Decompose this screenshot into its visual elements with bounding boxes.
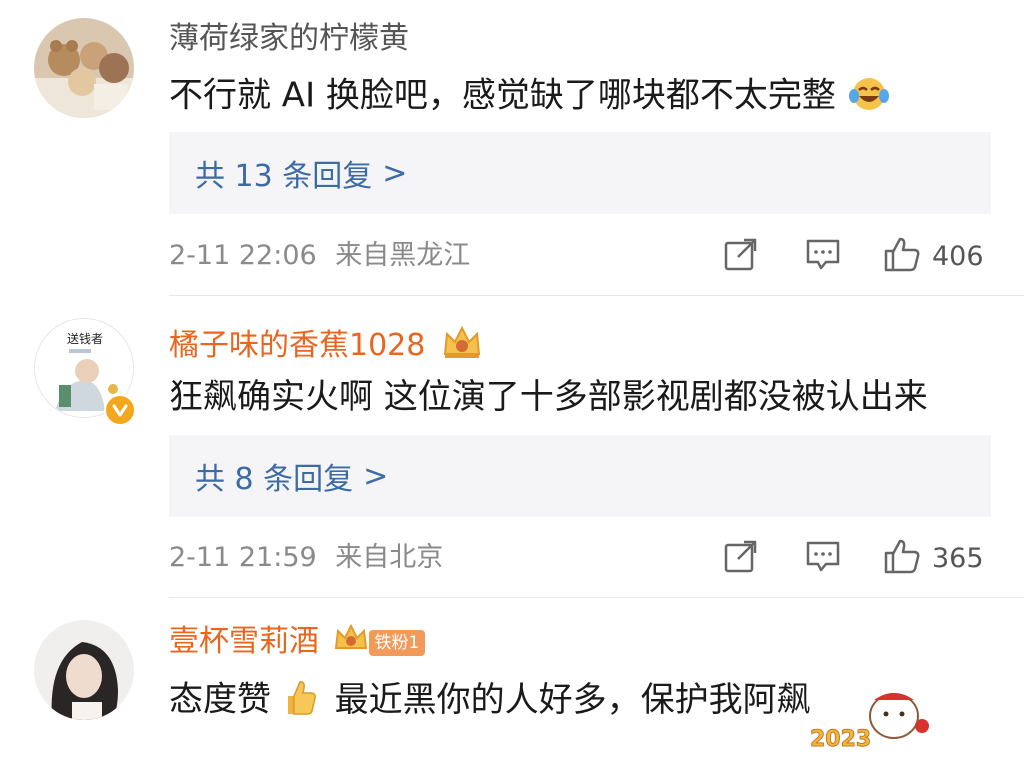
comment-actions: 406 <box>722 236 992 276</box>
replies-label: 共 8 条回复 <box>195 462 354 497</box>
username[interactable]: 橘子味的香蕉1028 <box>169 324 483 369</box>
username[interactable]: 薄荷绿家的柠檬黄 <box>169 21 409 57</box>
avatar[interactable] <box>34 620 134 720</box>
timestamp: 2-11 22:06 <box>169 240 317 271</box>
comment-actions: 365 <box>722 538 992 578</box>
reply-button[interactable] <box>804 538 842 578</box>
like-button[interactable]: 365 <box>882 538 984 578</box>
comment-meta: 2-11 21:59 来自北京 <box>169 540 443 576</box>
share-button[interactable] <box>722 236 760 276</box>
view-replies-button[interactable]: 共 13 条回复 > <box>169 132 991 214</box>
location: 来自黑龙江 <box>335 240 471 271</box>
comment-item: 壹杯雪莉酒 铁粉1 态度赞 最近黑你的人好多，保护我阿飙 2023 <box>0 598 1024 753</box>
comment-icon <box>804 235 842 277</box>
view-replies-button[interactable]: 共 8 条回复 > <box>169 435 991 517</box>
avatar-label: 送钱者 <box>67 331 103 346</box>
like-button[interactable]: 406 <box>882 236 984 276</box>
share-button[interactable] <box>722 538 760 578</box>
crown-badge-icon <box>333 623 369 662</box>
location: 来自北京 <box>335 542 444 573</box>
reply-button[interactable] <box>804 236 842 276</box>
comment-text: 态度赞 最近黑你的人好多，保护我阿飙 <box>169 676 811 726</box>
comment-text: 不行就 AI 换脸吧，感觉缺了哪块都不太完整 <box>169 72 891 122</box>
username[interactable]: 壹杯雪莉酒 铁粉1 <box>169 623 426 660</box>
fan-badge-label: 铁粉1 <box>368 629 426 656</box>
share-icon <box>722 235 760 277</box>
replies-label: 共 13 条回复 <box>195 159 373 194</box>
crown-badge-icon <box>441 324 483 369</box>
thumbs-up-emoji-icon <box>282 676 318 726</box>
like-count: 365 <box>932 542 984 574</box>
thumbs-up-icon <box>882 536 922 580</box>
fan-badge: 铁粉1 <box>333 623 426 658</box>
comment-meta: 2-11 22:06 来自黑龙江 <box>169 238 470 274</box>
share-icon <box>722 537 760 579</box>
chevron-right-icon: > <box>382 155 408 191</box>
timestamp: 2-11 21:59 <box>169 542 317 573</box>
like-count: 406 <box>932 240 984 272</box>
comment-icon <box>804 537 842 579</box>
comment-item: 送钱者 橘子味的香蕉1028 狂飙确实火啊 这位演了十多部影视剧都没被认出来 共… <box>0 296 1024 598</box>
laughing-tears-icon <box>847 72 891 122</box>
sticker-year: 2023 <box>810 727 871 752</box>
new-year-sticker: 2023 <box>804 686 934 753</box>
chevron-right-icon: > <box>363 458 389 494</box>
avatar[interactable] <box>34 18 134 118</box>
thumbs-up-icon <box>882 234 922 278</box>
comment-item: 薄荷绿家的柠檬黄 不行就 AI 换脸吧，感觉缺了哪块都不太完整 共 13 条回复… <box>0 0 1024 296</box>
comment-text: 狂飙确实火啊 这位演了十多部影视剧都没被认出来 <box>169 377 928 417</box>
verified-badge-icon <box>104 394 136 426</box>
